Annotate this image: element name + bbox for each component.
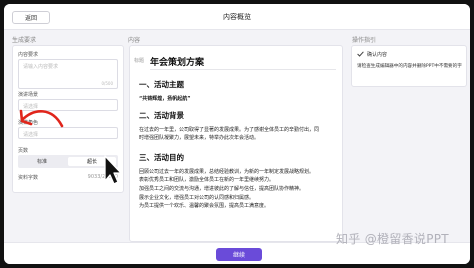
annotation-overlay <box>19 109 122 185</box>
red-arrow-annotation <box>19 109 64 128</box>
mouse-cursor-icon <box>104 155 122 185</box>
watermark: 知乎 @橙留香说PPT <box>336 232 449 246</box>
